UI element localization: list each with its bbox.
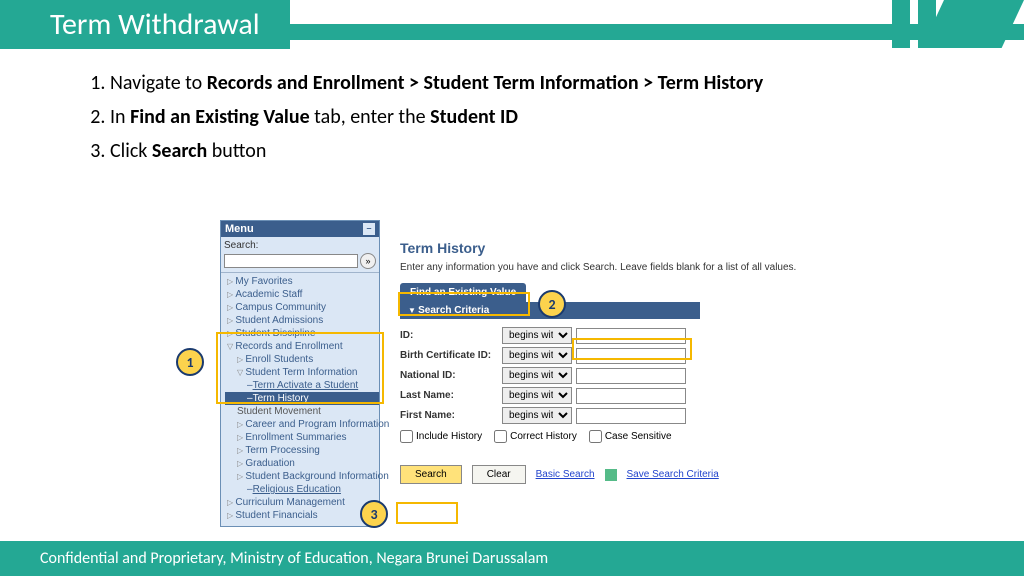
nav-student-background[interactable]: Student Background Information [225, 470, 379, 483]
header-decoration [884, 0, 1024, 48]
op-birth[interactable]: begins with [502, 347, 572, 364]
nav-student-term-info[interactable]: Student Term Information [225, 366, 379, 379]
nav-menu-panel: Menu – Search: » My Favorites Academic S… [220, 220, 380, 527]
main-panel: Term History Enter any information you h… [400, 240, 796, 484]
search-go-icon[interactable]: » [360, 253, 376, 269]
callout-3: 3 [360, 500, 388, 528]
input-lastname[interactable] [576, 388, 686, 404]
basic-search-link[interactable]: Basic Search [536, 469, 595, 480]
nav-my-favorites[interactable]: My Favorites [225, 275, 379, 288]
nav-career-program[interactable]: Career and Program Information [225, 418, 379, 431]
input-firstname[interactable] [576, 408, 686, 424]
nav-term-activate[interactable]: Term Activate a Student [225, 379, 379, 392]
callout-1: 1 [176, 348, 204, 376]
menu-search: Search: » [221, 237, 379, 273]
save-icon [605, 469, 617, 481]
nav-enroll-students[interactable]: Enroll Students [225, 353, 379, 366]
clear-button[interactable]: Clear [472, 465, 526, 484]
nav-graduation[interactable]: Graduation [225, 457, 379, 470]
nav-student-financials[interactable]: Student Financials [225, 509, 379, 522]
label-lastname: Last Name: [400, 390, 498, 401]
search-button[interactable]: Search [400, 465, 462, 484]
label-id: ID: [400, 330, 498, 341]
callout-2: 2 [538, 290, 566, 318]
nav-religious-education[interactable]: Religious Education [225, 483, 379, 496]
menu-header: Menu – [221, 221, 379, 237]
label-birth: Birth Certificate ID: [400, 350, 498, 361]
op-id[interactable]: begins with [502, 327, 572, 344]
menu-title: Menu [225, 223, 254, 235]
tab-row: Find an Existing Value [400, 283, 796, 302]
menu-search-input[interactable] [224, 254, 358, 268]
nav-records-enrollment[interactable]: Records and Enrollment [225, 340, 379, 353]
step-1: Navigate to Records and Enrollment > Stu… [110, 68, 954, 98]
nav-student-admissions[interactable]: Student Admissions [225, 314, 379, 327]
label-national: National ID: [400, 370, 498, 381]
op-national[interactable]: begins with [502, 367, 572, 384]
input-birth[interactable] [576, 348, 686, 364]
input-national[interactable] [576, 368, 686, 384]
highlight-3 [396, 502, 458, 524]
search-criteria-body: ID: begins with Birth Certificate ID: begi… [400, 319, 700, 451]
nav-student-movement[interactable]: Student Movement [225, 405, 379, 418]
tab-find-existing[interactable]: Find an Existing Value [400, 283, 526, 302]
nav-term-processing[interactable]: Term Processing [225, 444, 379, 457]
nav-term-history[interactable]: Term History [225, 392, 379, 405]
op-lastname[interactable]: begins with [502, 387, 572, 404]
check-correct-history[interactable]: Correct History [494, 430, 577, 443]
instruction-steps: Navigate to Records and Enrollment > Stu… [70, 68, 954, 166]
slide-title: Term Withdrawal [0, 0, 290, 49]
page-hint: Enter any information you have and click… [400, 262, 796, 273]
input-id[interactable] [576, 328, 686, 344]
nav-student-discipline[interactable]: Student Discipline [225, 327, 379, 340]
minimize-icon[interactable]: – [363, 223, 375, 235]
nav-academic-staff[interactable]: Academic Staff [225, 288, 379, 301]
search-label: Search: [224, 240, 376, 251]
slide-footer: Confidential and Proprietary, Ministry o… [0, 541, 1024, 576]
check-case-sensitive[interactable]: Case Sensitive [589, 430, 672, 443]
nav-tree: My Favorites Academic Staff Campus Commu… [221, 273, 379, 526]
slide-header: Term Withdrawal [0, 0, 1024, 48]
nav-enrollment-summaries[interactable]: Enrollment Summaries [225, 431, 379, 444]
op-firstname[interactable]: begins with [502, 407, 572, 424]
check-include-history[interactable]: Include History [400, 430, 482, 443]
nav-campus-community[interactable]: Campus Community [225, 301, 379, 314]
app-screenshot: Menu – Search: » My Favorites Academic S… [220, 220, 880, 540]
save-criteria-link[interactable]: Save Search Criteria [627, 469, 719, 480]
nav-curriculum-mgmt[interactable]: Curriculum Management [225, 496, 379, 509]
page-title: Term History [400, 240, 796, 256]
step-3: Click Search button [110, 136, 954, 166]
step-2: In Find an Existing Value tab, enter the… [110, 102, 954, 132]
label-firstname: First Name: [400, 410, 498, 421]
